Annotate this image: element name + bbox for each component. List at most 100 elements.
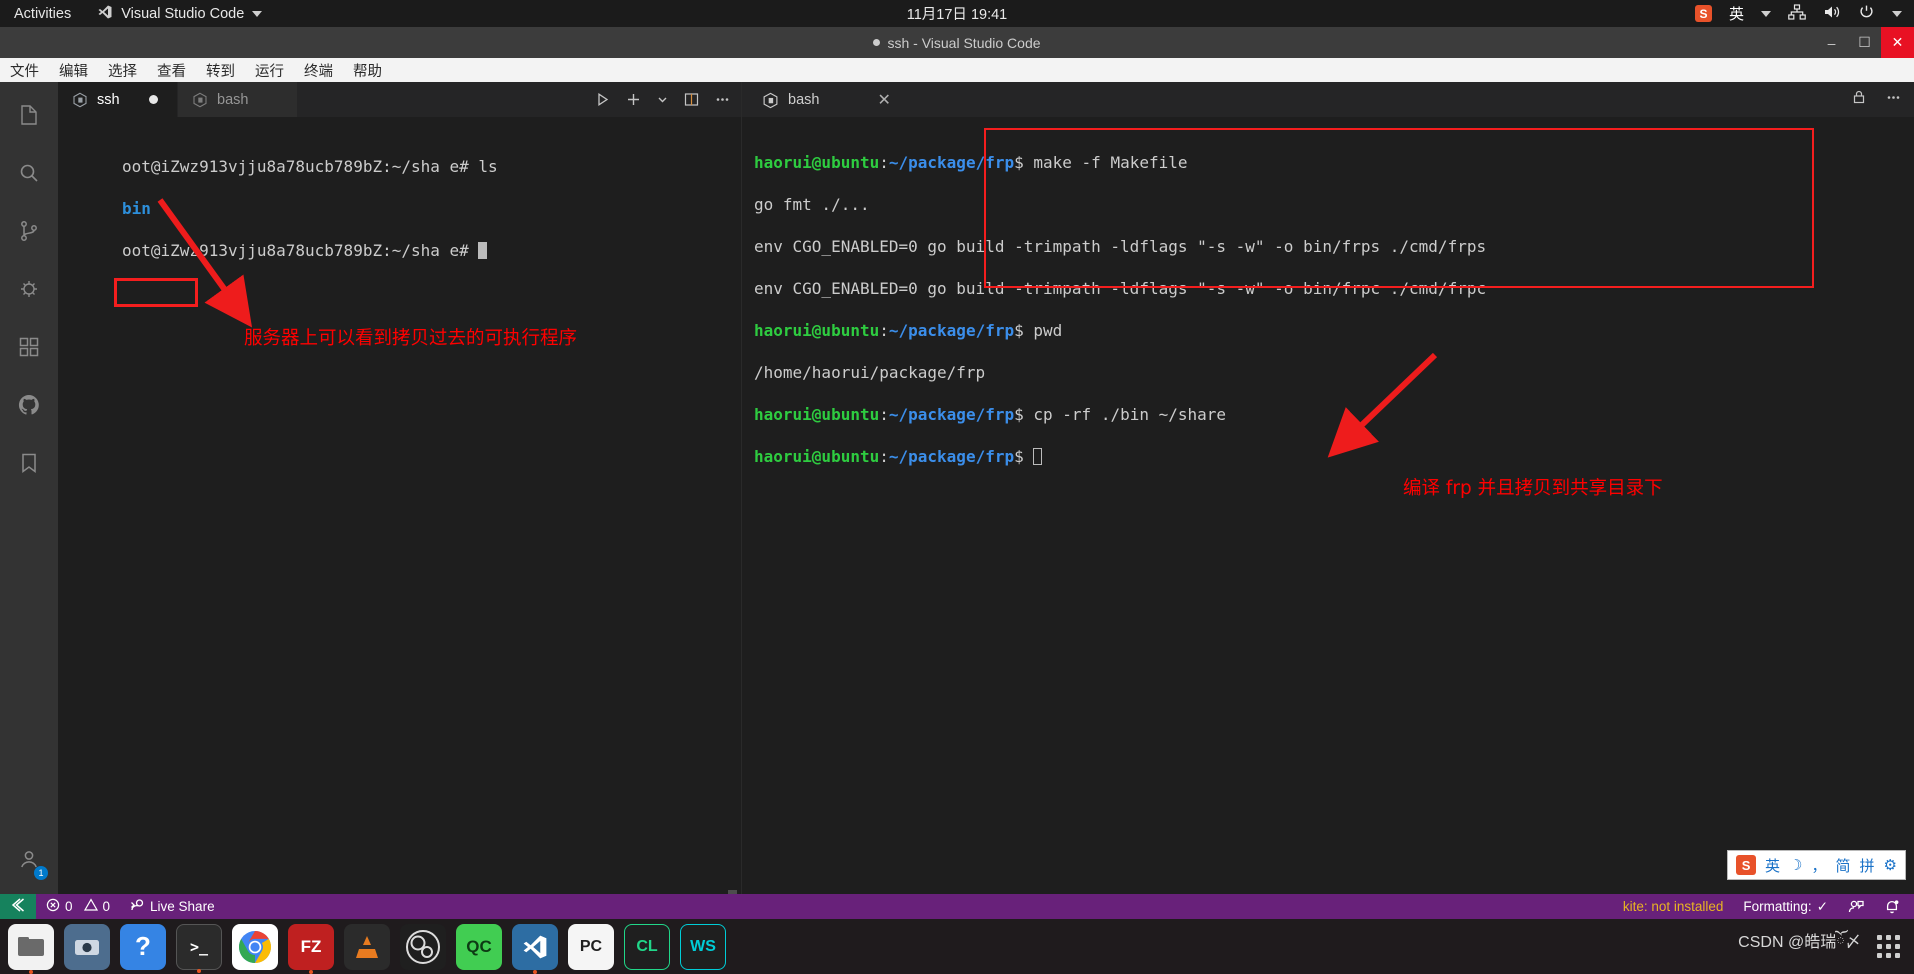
tab-ssh-dirty-dot[interactable] (148, 95, 158, 104)
more-actions-icon[interactable] (714, 91, 731, 108)
split-editor-icon[interactable] (683, 91, 700, 108)
dock-app-camera[interactable] (64, 923, 110, 970)
feedback-icon[interactable] (1838, 894, 1874, 919)
remote-host-indicator[interactable] (0, 894, 36, 919)
sidebar-item-bookmarks[interactable] (0, 436, 58, 494)
menu-edit[interactable]: 编辑 (57, 60, 90, 81)
sogou-ime-tray-icon[interactable]: S (1694, 5, 1712, 22)
dock-running-dot (197, 968, 201, 973)
problems-indicator[interactable]: 0 0 (36, 894, 120, 919)
window-controls: – ☐ ✕ (1815, 27, 1914, 58)
terminal-line: bin (122, 198, 498, 219)
formatting-label: Formatting: (1743, 899, 1812, 914)
dock-running-dot (533, 969, 537, 974)
chevron-down-icon[interactable] (252, 10, 263, 17)
minimize-button[interactable]: – (1815, 27, 1848, 58)
activities-button[interactable]: Activities (14, 6, 71, 22)
accounts-badge: 1 (34, 866, 48, 880)
show-applications-icon[interactable] (1877, 935, 1900, 958)
dock-app-help[interactable]: ? (120, 923, 166, 970)
ime-settings-gear-icon[interactable]: ⚙ (1884, 856, 1897, 874)
terminal-line: oot@iZwz913vjju8a78ucb789bZ:~/sha e# ls (122, 156, 498, 177)
sidebar-item-extensions[interactable] (0, 320, 58, 378)
tab-bash[interactable]: bash (178, 82, 298, 117)
kite-status[interactable]: kite: not installed (1613, 894, 1734, 919)
sidebar-item-explorer[interactable] (0, 88, 58, 146)
dock-app-obs[interactable] (400, 923, 446, 970)
dock-app-clion[interactable]: CL (624, 923, 670, 970)
right-terminal-pane[interactable]: haorui@ubuntu:~/package/frp$ make -f Mak… (742, 117, 1914, 948)
active-app-menu[interactable]: Visual Studio Code (97, 4, 263, 24)
live-share-button[interactable]: Live Share (120, 894, 225, 919)
menu-help[interactable]: 帮助 (351, 60, 384, 81)
prompt-user: haorui@ubuntu (754, 153, 880, 172)
menu-view[interactable]: 查看 (155, 60, 188, 81)
system-menu-chevron-icon[interactable] (1892, 10, 1902, 17)
ime-punctuation-toggle[interactable]: ， (1812, 855, 1827, 876)
shell-output: env CGO_ENABLED=0 go build -trimpath -ld… (754, 279, 1487, 298)
sidebar-item-search[interactable] (0, 146, 58, 204)
dock-app-terminal[interactable]: >_ (176, 923, 222, 973)
terminal-cursor (1033, 448, 1043, 465)
power-icon[interactable] (1858, 4, 1875, 24)
sogou-logo-icon[interactable]: S (1736, 855, 1757, 875)
gnome-system-tray: S 英 (1694, 0, 1902, 27)
dock-app-filezilla[interactable]: FZ (288, 923, 334, 974)
menu-run[interactable]: 运行 (253, 60, 286, 81)
left-terminal-pane[interactable]: oot@iZwz913vjju8a78ucb789bZ:~/sha e# ls … (58, 117, 741, 948)
dock-app-files[interactable] (8, 923, 54, 974)
menu-selection[interactable]: 选择 (106, 60, 139, 81)
chevron-down-icon[interactable] (656, 93, 669, 106)
network-icon[interactable] (1788, 3, 1806, 24)
formatting-status[interactable]: Formatting: ✓ (1733, 894, 1838, 919)
live-share-icon (130, 898, 145, 915)
menu-terminal[interactable]: 终端 (302, 60, 335, 81)
watermark: CSDN @皓瑞ོ〆 (1738, 934, 1861, 951)
dock-running-dot (309, 969, 313, 974)
lock-icon[interactable] (1851, 89, 1867, 110)
more-actions-icon[interactable] (1885, 89, 1902, 111)
terminal-icon: >_ (189, 937, 209, 956)
prompt-sigil: $ (1014, 447, 1024, 466)
tab-ssh[interactable]: ssh (58, 82, 178, 117)
prompt-colon: : (879, 405, 889, 424)
panel-tab-bash[interactable]: bash ✕ (750, 82, 903, 117)
menu-file[interactable]: 文件 (8, 60, 41, 81)
close-icon[interactable]: ✕ (877, 90, 890, 110)
close-button[interactable]: ✕ (1881, 27, 1914, 58)
sidebar-item-github[interactable] (0, 378, 58, 436)
ime-language-toggle[interactable]: 英 (1765, 855, 1780, 876)
prompt-colon: : (879, 447, 889, 466)
sidebar-item-source-control[interactable] (0, 204, 58, 262)
dock-app-vscode[interactable] (512, 923, 558, 974)
prompt-sigil: $ (1014, 153, 1024, 172)
ime-chevron-down-icon[interactable] (1761, 10, 1771, 17)
shell-output: /home/haorui/package/frp (754, 363, 986, 382)
bell-icon[interactable] (1874, 894, 1910, 919)
run-icon[interactable] (594, 91, 611, 108)
gnome-clock[interactable]: 11月17日 19:41 (0, 3, 1914, 24)
sidebar-item-run-debug[interactable] (0, 262, 58, 320)
menu-go[interactable]: 转到 (204, 60, 237, 81)
search-icon (17, 161, 41, 190)
sidebar-item-accounts[interactable]: 1 (0, 832, 58, 890)
ime-language-indicator[interactable]: 英 (1729, 3, 1744, 24)
ime-moon-icon[interactable]: ☽ (1789, 856, 1802, 874)
dock-app-vlc[interactable] (344, 923, 390, 970)
github-icon (17, 393, 41, 422)
ime-pinyin-toggle[interactable]: 拼 (1860, 855, 1875, 876)
dock-app-webstorm[interactable]: WS (680, 923, 726, 970)
dock-app-chrome[interactable] (232, 923, 278, 970)
volume-icon[interactable] (1823, 4, 1841, 24)
ls-output-bin: bin (122, 199, 151, 218)
maximize-button[interactable]: ☐ (1848, 27, 1881, 58)
ime-simplified-toggle[interactable]: 简 (1836, 855, 1851, 876)
statusbar-right-group: kite: not installed Formatting: ✓ (1613, 894, 1910, 919)
active-app-label: Visual Studio Code (121, 5, 245, 22)
dock-app-pycharm[interactable]: PC (568, 923, 614, 970)
shell-command (1024, 447, 1034, 466)
split-add-icon[interactable] (625, 91, 642, 108)
terminal-line: haorui@ubuntu:~/package/frp$ make -f Mak… (754, 152, 1904, 173)
dock-app-qt-creator[interactable]: QC (456, 923, 502, 970)
window-title: ssh - Visual Studio Code (887, 34, 1041, 51)
